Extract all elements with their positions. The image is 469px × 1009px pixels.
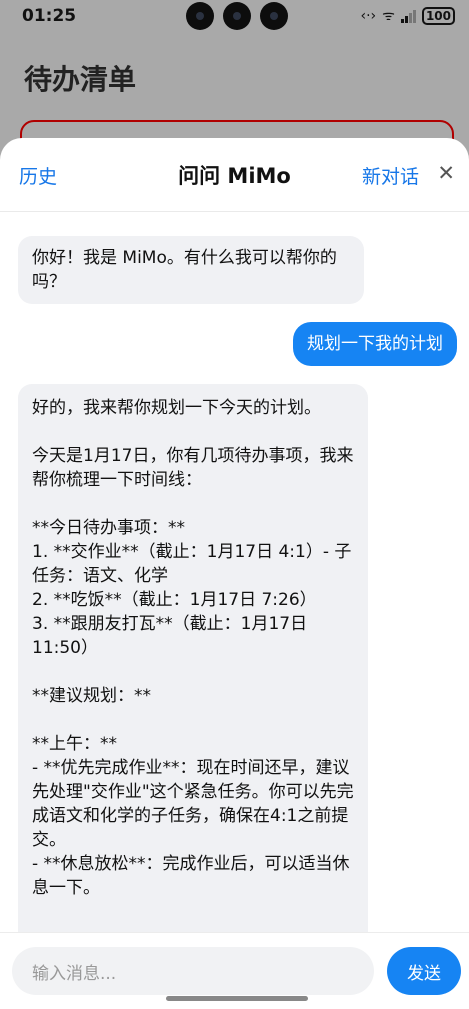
battery-icon: 100 (421, 6, 455, 25)
new-chat-button[interactable]: 新对话 (362, 162, 419, 189)
home-indicator[interactable] (166, 996, 308, 1001)
camera-icon (186, 2, 214, 30)
assistant-message: 好的，我来帮你规划一下今天的计划。 今天是1月17日，你有几项待办事项，我来帮你… (18, 384, 368, 932)
message-list[interactable]: 你好！我是 MiMo。有什么我可以帮你的吗？ 规划一下我的计划 好的，我来帮你规… (0, 212, 469, 932)
status-icons: ‹·› ᯤ 100 (360, 6, 455, 25)
message-input[interactable]: 输入消息... (12, 947, 374, 995)
chat-header: 历史 问问 MiMo 新对话 ✕ (0, 138, 469, 212)
camera-icon (223, 2, 251, 30)
assistant-message: 你好！我是 MiMo。有什么我可以帮你的吗？ (18, 236, 364, 304)
status-bar: 01:25 ‹·› ᯤ 100 (0, 0, 469, 32)
user-message: 规划一下我的计划 (293, 322, 457, 366)
background-app-title: 待办清单 (24, 63, 137, 96)
signal-icon (400, 9, 416, 23)
wifi-icon: ᯤ (382, 8, 395, 24)
chat-sheet: 历史 问问 MiMo 新对话 ✕ 你好！我是 MiMo。有什么我可以帮你的吗？ … (0, 138, 469, 1009)
close-icon[interactable]: ✕ (437, 162, 455, 184)
link-icon: ‹·› (360, 7, 377, 24)
status-time: 01:25 (22, 6, 77, 26)
camera-cutout (186, 2, 288, 30)
camera-icon (260, 2, 288, 30)
send-button[interactable]: 发送 (387, 947, 461, 995)
